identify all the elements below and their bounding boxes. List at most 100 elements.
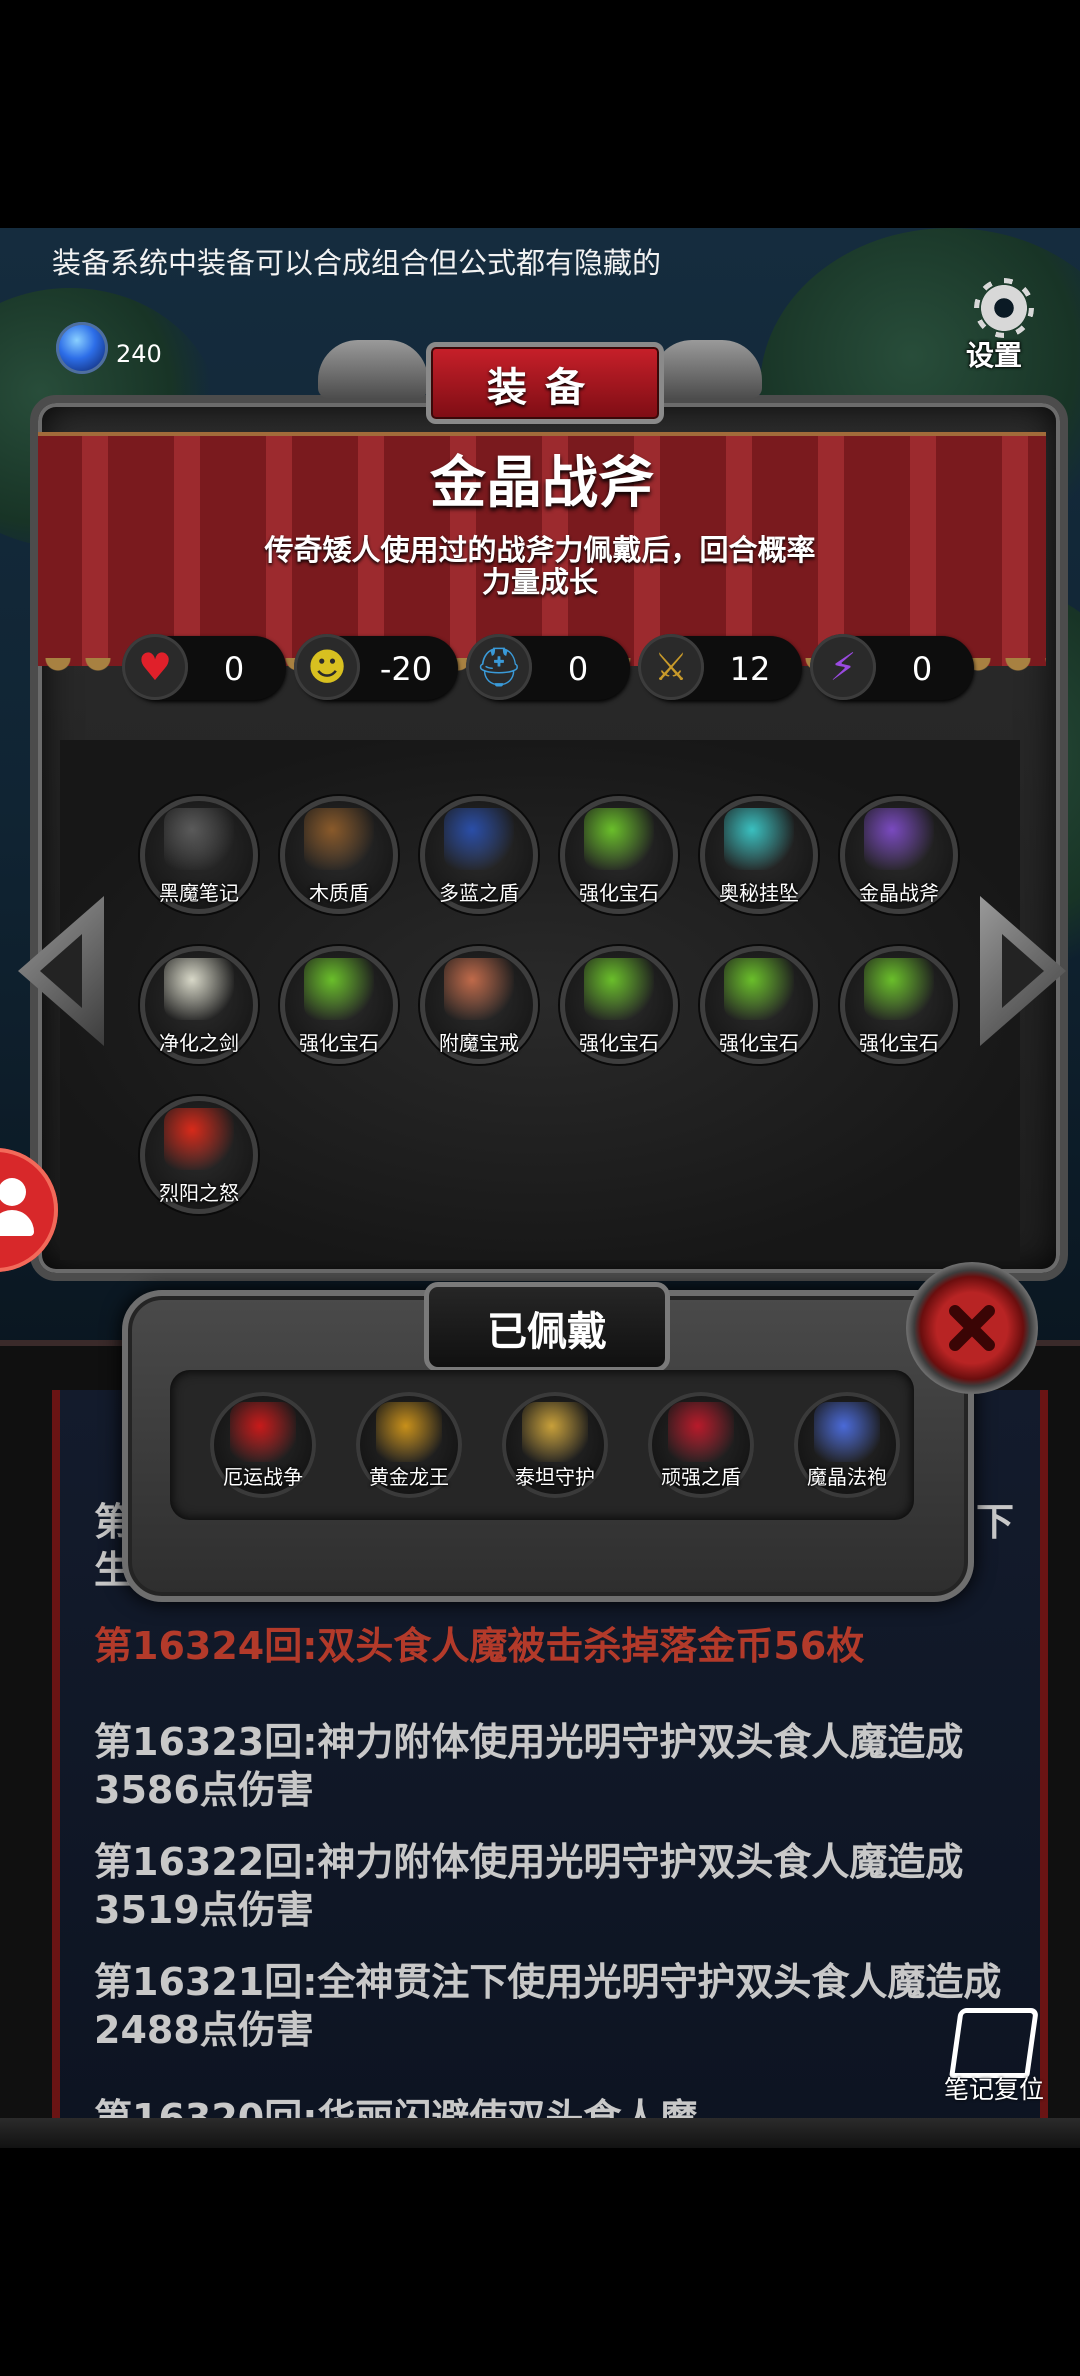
slot-label: 强化宝石 (579, 1031, 659, 1055)
settings-button[interactable]: 设置 (960, 278, 1050, 374)
settings-label: 设置 (966, 339, 1023, 372)
slot-label: 魔晶法袍 (807, 1465, 887, 1489)
inventory-slot[interactable]: 黑魔笔记 (140, 796, 258, 914)
note-reset-button[interactable]: 笔记复位 (932, 2004, 1056, 2108)
inventory-slot[interactable]: 木质盾 (280, 796, 398, 914)
left-wing-ornament (318, 340, 428, 398)
previous-page-arrow[interactable] (18, 896, 104, 1046)
inventory-slot[interactable]: 强化宝石 (700, 946, 818, 1064)
item-icon (304, 808, 374, 870)
equipped-slot[interactable]: 魔晶法袍 (794, 1392, 900, 1498)
slot-label: 强化宝石 (859, 1031, 939, 1055)
slot-label: 多蓝之盾 (439, 881, 519, 905)
heart-icon: ♥ (122, 634, 188, 700)
slot-label: 顽强之盾 (661, 1465, 741, 1489)
inventory-slot[interactable]: 强化宝石 (840, 946, 958, 1064)
inventory-slot[interactable]: 强化宝石 (280, 946, 398, 1064)
item-icon (444, 958, 514, 1020)
log-line: 第16324回:双头食人魔被击杀掉落金币56枚 (94, 1624, 865, 1668)
log-line-partial: 下 (976, 1500, 1015, 1544)
equipped-slot[interactable]: 黄金龙王 (356, 1392, 462, 1498)
note-icon (949, 2008, 1039, 2078)
inventory-slot[interactable]: 奥秘挂坠 (700, 796, 818, 914)
blue-gem-icon (56, 322, 108, 374)
item-icon (522, 1402, 588, 1462)
stat-value: -20 (379, 650, 433, 688)
gear-icon (978, 282, 1030, 334)
sword-icon: ⚔ (638, 634, 704, 700)
inventory-slot[interactable]: 强化宝石 (560, 946, 678, 1064)
slot-label: 奥秘挂坠 (719, 881, 799, 905)
item-icon (668, 1402, 734, 1462)
item-icon (304, 958, 374, 1020)
panel-title: 装备 (487, 365, 603, 411)
item-icon (864, 958, 934, 1020)
frame-bottom (0, 2118, 1080, 2148)
item-icon (164, 1108, 234, 1170)
hint-text: 装备系统中装备可以合成组合但公式都有隐藏的 (52, 246, 662, 280)
slot-label: 木质盾 (309, 881, 369, 905)
equipped-title: 已佩戴 (487, 1309, 607, 1355)
lightning-icon: ⚡ (810, 634, 876, 700)
item-name: 金晶战斧 (430, 451, 654, 516)
panel-header: 装备 (318, 322, 762, 424)
slot-label: 金晶战斧 (859, 881, 939, 905)
item-icon (584, 958, 654, 1020)
right-wing-ornament (652, 340, 762, 398)
equipped-slot[interactable]: 厄运战争 (210, 1392, 316, 1498)
item-icon (230, 1402, 296, 1462)
log-line: 第16323回:神力附体使用光明守护双头食人魔造成3586点伤害 (94, 1720, 964, 1812)
slot-label: 烈阳之怒 (159, 1181, 239, 1205)
equipped-slot[interactable]: 泰坦守护 (502, 1392, 608, 1498)
inventory-slot-selected[interactable]: 金晶战斧 (840, 796, 958, 914)
item-icon (864, 808, 934, 870)
note-reset-label: 笔记复位 (943, 2075, 1044, 2104)
inventory-slot[interactable]: 多蓝之盾 (420, 796, 538, 914)
stats-bar: ♥ 0 ☻ -20 ⛑ 0 ⚔ 12 ⚡ 0 (122, 634, 986, 702)
header-plate: 装备 (426, 342, 664, 424)
stat-defense: ⛑ 0 (466, 634, 630, 700)
next-page-arrow[interactable] (980, 896, 1066, 1046)
item-description: 传奇矮人使用过的战斧力佩戴后，回合概率力量成长 (264, 533, 816, 599)
item-icon (376, 1402, 442, 1462)
item-icon (444, 808, 514, 870)
inventory-slot[interactable]: 烈阳之怒 (140, 1096, 258, 1214)
inventory-slot[interactable]: 附魔宝戒 (420, 946, 538, 1064)
stat-value: 0 (911, 650, 933, 688)
strength-icon: ☻ (294, 634, 360, 700)
slot-label: 强化宝石 (719, 1031, 799, 1055)
gem-count: 240 (116, 340, 162, 368)
inventory-grid: 黑魔笔记 木质盾 多蓝之盾 强化宝石 奥秘挂坠 金晶战斧 净化之剑 强化宝石 附… (60, 740, 1020, 1260)
user-icon-body (0, 1210, 34, 1236)
slot-label: 黑魔笔记 (159, 881, 239, 905)
stat-strength: ☻ -20 (294, 634, 458, 700)
item-icon (724, 808, 794, 870)
slot-label: 净化之剑 (159, 1031, 239, 1055)
slot-label: 泰坦守护 (515, 1465, 595, 1489)
slot-label: 厄运战争 (223, 1465, 303, 1489)
stat-magic: ⚡ 0 (810, 634, 974, 700)
inventory-slot[interactable]: 净化之剑 (140, 946, 258, 1064)
stat-value: 0 (223, 650, 245, 688)
item-icon (164, 958, 234, 1020)
stat-health: ♥ 0 (122, 634, 286, 700)
gem-counter: 240 (56, 322, 166, 374)
slot-label: 黄金龙王 (369, 1465, 449, 1489)
equipped-slots: 厄运战争 黄金龙王 泰坦守护 顽强之盾 魔晶法袍 (170, 1370, 914, 1520)
user-icon (0, 1178, 26, 1206)
log-line: 第16321回:全神贯注下使用光明守护双头食人魔造成2488点伤害 (94, 1960, 1002, 2052)
equipped-title-plate: 已佩戴 (424, 1282, 670, 1372)
item-icon (724, 958, 794, 1020)
log-line: 第16322回:神力附体使用光明守护双头食人魔造成3519点伤害 (94, 1840, 964, 1932)
close-button[interactable] (906, 1262, 1038, 1394)
slot-label: 附魔宝戒 (439, 1031, 519, 1055)
item-icon (584, 808, 654, 870)
item-icon (164, 808, 234, 870)
inventory-slot[interactable]: 强化宝石 (560, 796, 678, 914)
item-icon (814, 1402, 880, 1462)
slot-label: 强化宝石 (579, 881, 659, 905)
helmet-icon: ⛑ (466, 634, 532, 700)
log-line: 第16320回:华丽闪避使双头食人魔 (94, 2096, 698, 2120)
equipped-slot[interactable]: 顽强之盾 (648, 1392, 754, 1498)
slot-label: 强化宝石 (299, 1031, 379, 1055)
